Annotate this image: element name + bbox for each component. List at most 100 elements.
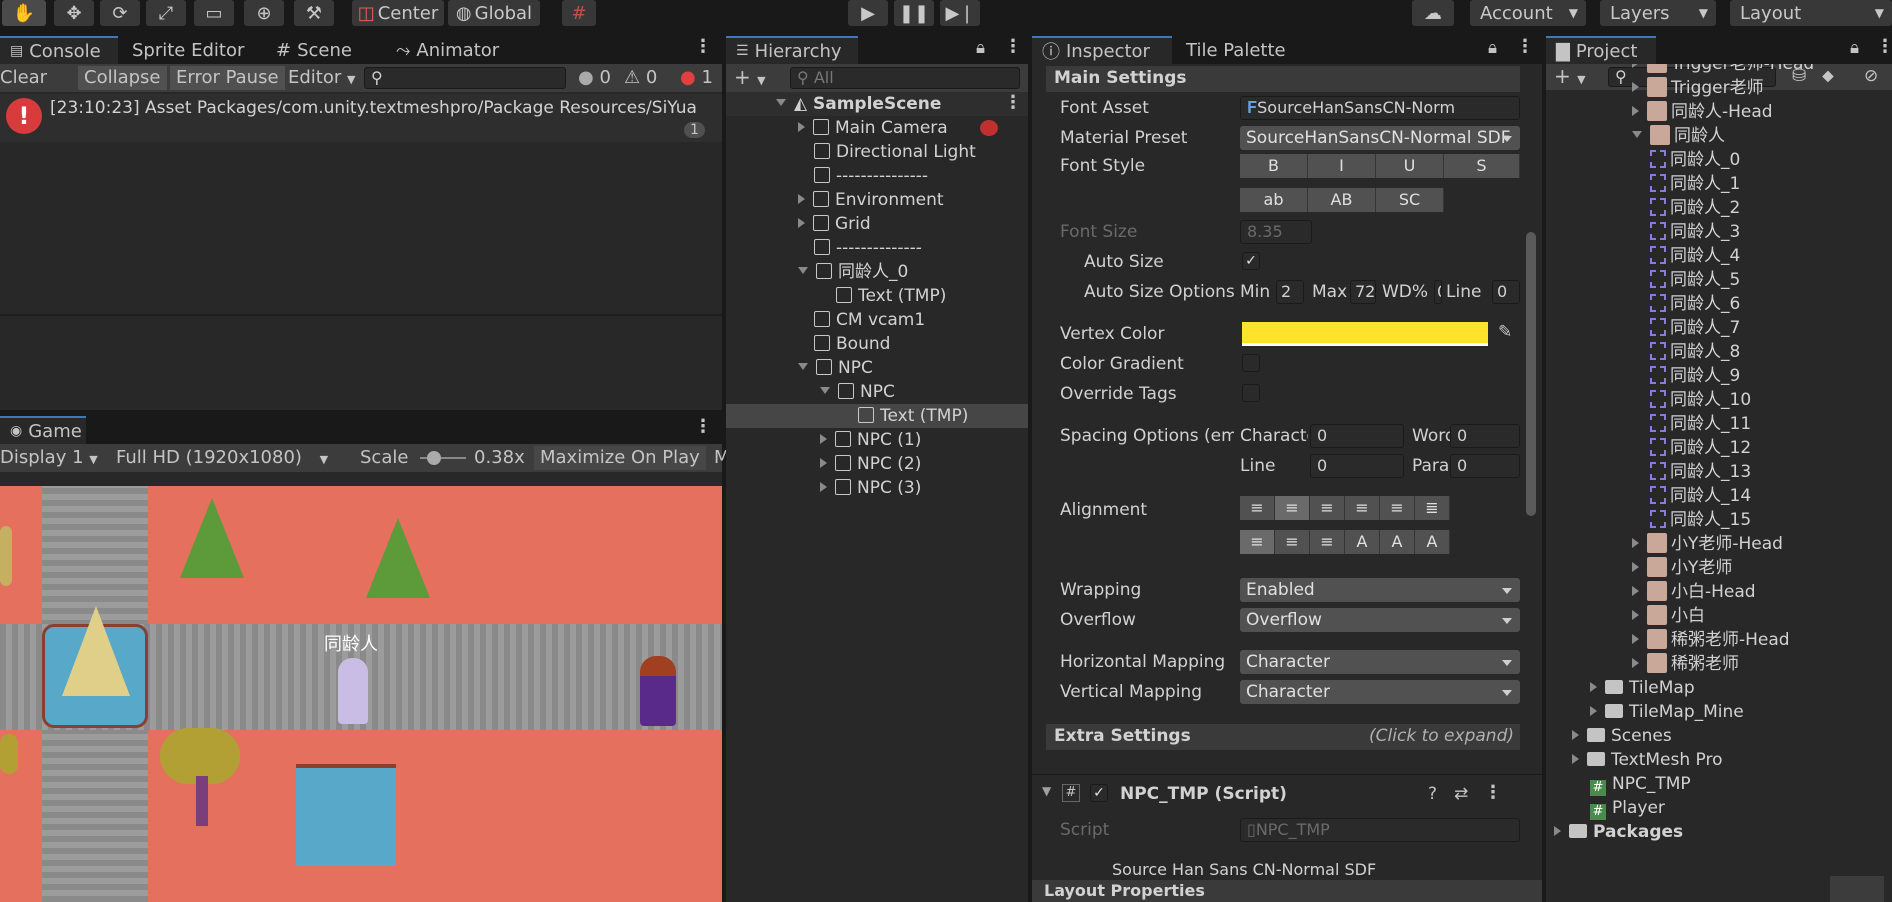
- hierarchy-menu-icon[interactable]: ⋮: [1004, 36, 1022, 57]
- scene-row[interactable]: ◭ SampleScene ⋮: [726, 92, 1028, 116]
- project-item[interactable]: 小Y老师-Head: [1632, 532, 1783, 556]
- override-tags-checkbox[interactable]: [1242, 384, 1260, 402]
- align-capline-icon[interactable]: A: [1415, 530, 1450, 554]
- hierarchy-item[interactable]: Text (TMP): [836, 284, 946, 308]
- console-search-input[interactable]: ⚲: [364, 67, 566, 89]
- project-item[interactable]: 小白-Head: [1632, 580, 1756, 604]
- project-item[interactable]: 同龄人_8: [1650, 340, 1740, 364]
- align-baseline-icon[interactable]: A: [1345, 530, 1380, 554]
- tab-hierarchy[interactable]: ☰ Hierarchy: [726, 36, 858, 64]
- hierarchy-item[interactable]: 同龄人_0: [798, 260, 908, 284]
- pivot-center-button[interactable]: ◫ Center: [352, 0, 444, 26]
- line-field[interactable]: 0: [1492, 280, 1520, 304]
- error-count[interactable]: ● 1: [680, 67, 713, 88]
- hierarchy-search-input[interactable]: ⚲ All: [790, 67, 1020, 89]
- hierarchy-item[interactable]: Grid: [798, 212, 871, 236]
- hierarchy-item[interactable]: Main Camera: [798, 116, 948, 140]
- play-button[interactable]: ▶: [848, 0, 888, 26]
- project-item[interactable]: 同龄人-Head: [1632, 100, 1773, 124]
- project-item[interactable]: 同龄人_6: [1650, 292, 1740, 316]
- project-item[interactable]: 稀粥老师: [1632, 652, 1739, 676]
- line-spacing-field[interactable]: 0: [1310, 454, 1404, 478]
- step-button[interactable]: ▶❘: [940, 0, 980, 26]
- project-item[interactable]: 同龄人_4: [1650, 244, 1740, 268]
- expand-arrow-icon[interactable]: [798, 218, 805, 228]
- expand-arrow-icon[interactable]: [820, 482, 827, 492]
- wrapping-dropdown[interactable]: Enabled: [1240, 578, 1520, 602]
- project-item[interactable]: TextMesh Pro: [1572, 748, 1723, 772]
- expand-arrow-icon[interactable]: [798, 122, 805, 132]
- align-middle-icon[interactable]: ≡: [1275, 530, 1310, 554]
- hierarchy-item-selected[interactable]: Text (TMP): [726, 404, 1028, 428]
- expand-arrow-icon[interactable]: [1554, 826, 1561, 836]
- project-item[interactable]: 小Y老师: [1632, 556, 1732, 580]
- project-item[interactable]: Scenes: [1572, 724, 1672, 748]
- tab-scene[interactable]: # Scene: [266, 36, 362, 64]
- project-item[interactable]: 同龄人_13: [1650, 460, 1751, 484]
- align-geometry-icon[interactable]: ≣: [1415, 496, 1450, 520]
- tab-sprite-editor[interactable]: Sprite Editor: [122, 36, 254, 64]
- component-enabled-checkbox[interactable]: ✓: [1090, 784, 1108, 802]
- project-item[interactable]: 小白: [1632, 604, 1705, 628]
- material-preset-dropdown[interactable]: SourceHanSansCN-Normal SDF: [1240, 126, 1520, 150]
- hierarchy-item[interactable]: NPC: [798, 356, 873, 380]
- display-dropdown[interactable]: Display 1 ▼: [0, 447, 98, 468]
- vertical-mapping-dropdown[interactable]: Character: [1240, 680, 1520, 704]
- cloud-icon[interactable]: ☁: [1412, 0, 1454, 26]
- rect-tool-icon[interactable]: ▭: [194, 0, 234, 26]
- align-midline-icon[interactable]: A: [1380, 530, 1415, 554]
- custom-tool-icon[interactable]: ⚒: [294, 0, 334, 26]
- tab-inspector[interactable]: ⓘ Inspector: [1032, 36, 1172, 64]
- expand-arrow-icon[interactable]: [1572, 754, 1579, 764]
- global-button[interactable]: ◍ Global: [448, 0, 540, 26]
- game-menu-icon[interactable]: ⋮: [694, 416, 712, 437]
- align-justify-icon[interactable]: ≡: [1345, 496, 1380, 520]
- resolution-dropdown[interactable]: Full HD (1920x1080) ▼: [116, 447, 328, 468]
- expand-arrow-icon[interactable]: [1632, 634, 1639, 644]
- hierarchy-item[interactable]: NPC: [820, 380, 895, 404]
- underline-toggle[interactable]: U: [1376, 154, 1444, 178]
- grid-snap-icon[interactable]: #: [562, 0, 596, 26]
- expand-arrow-icon[interactable]: [1590, 682, 1597, 692]
- hierarchy-item[interactable]: --------------: [814, 236, 922, 260]
- project-item[interactable]: 同龄人_2: [1650, 196, 1740, 220]
- project-item[interactable]: # NPC_TMP: [1590, 772, 1691, 796]
- project-item[interactable]: 同龄人_7: [1650, 316, 1740, 340]
- align-bottom-icon[interactable]: ≡: [1310, 530, 1345, 554]
- project-item[interactable]: 同龄人: [1632, 124, 1725, 148]
- clear-button[interactable]: Clear: [0, 67, 47, 88]
- scale-slider-knob[interactable]: [426, 451, 441, 465]
- hierarchy-item[interactable]: NPC (2): [820, 452, 921, 476]
- project-item[interactable]: # Player: [1590, 796, 1665, 820]
- color-gradient-checkbox[interactable]: [1242, 354, 1260, 372]
- hidden-toggle-icon[interactable]: ⊘: [1864, 66, 1878, 86]
- collapse-button[interactable]: Collapse: [78, 66, 167, 90]
- account-dropdown[interactable]: Account ▼: [1470, 0, 1586, 26]
- italic-toggle[interactable]: I: [1308, 154, 1376, 178]
- expand-arrow-icon[interactable]: [1632, 64, 1639, 68]
- main-settings-header[interactable]: Main Settings: [1046, 66, 1520, 92]
- expand-arrow-icon[interactable]: [1632, 586, 1639, 596]
- move-tool-icon[interactable]: ✥: [54, 0, 94, 26]
- project-item[interactable]: 同龄人_1: [1650, 172, 1740, 196]
- project-item[interactable]: 同龄人_14: [1650, 484, 1751, 508]
- tab-game[interactable]: ◉ Game: [0, 416, 86, 444]
- maximize-on-play-button[interactable]: Maximize On Play: [534, 446, 706, 470]
- lock-icon[interactable]: 🔒︎: [1850, 38, 1859, 58]
- expand-arrow-icon[interactable]: [1632, 538, 1639, 548]
- project-item[interactable]: 同龄人_0: [1650, 148, 1740, 172]
- project-item[interactable]: Trigger老师-Head: [1632, 64, 1814, 76]
- bold-toggle[interactable]: B: [1240, 154, 1308, 178]
- console-menu-icon[interactable]: ⋮: [694, 36, 712, 57]
- lock-icon[interactable]: 🔒︎: [976, 38, 985, 58]
- max-field[interactable]: 72: [1350, 280, 1376, 304]
- wd-field[interactable]: 0: [1434, 280, 1442, 304]
- tab-tile-palette[interactable]: Tile Palette: [1176, 36, 1296, 64]
- console-log-entry[interactable]: ! [23:10:23] Asset Packages/com.unity.te…: [0, 94, 722, 142]
- hierarchy-item[interactable]: NPC (3): [820, 476, 921, 500]
- expand-arrow-icon[interactable]: [1632, 131, 1642, 138]
- help-icon[interactable]: ?: [1428, 784, 1437, 804]
- presets-icon[interactable]: ⇄: [1454, 784, 1468, 804]
- tab-console[interactable]: ▤ Console: [0, 36, 118, 64]
- expand-arrow-icon[interactable]: [776, 99, 786, 106]
